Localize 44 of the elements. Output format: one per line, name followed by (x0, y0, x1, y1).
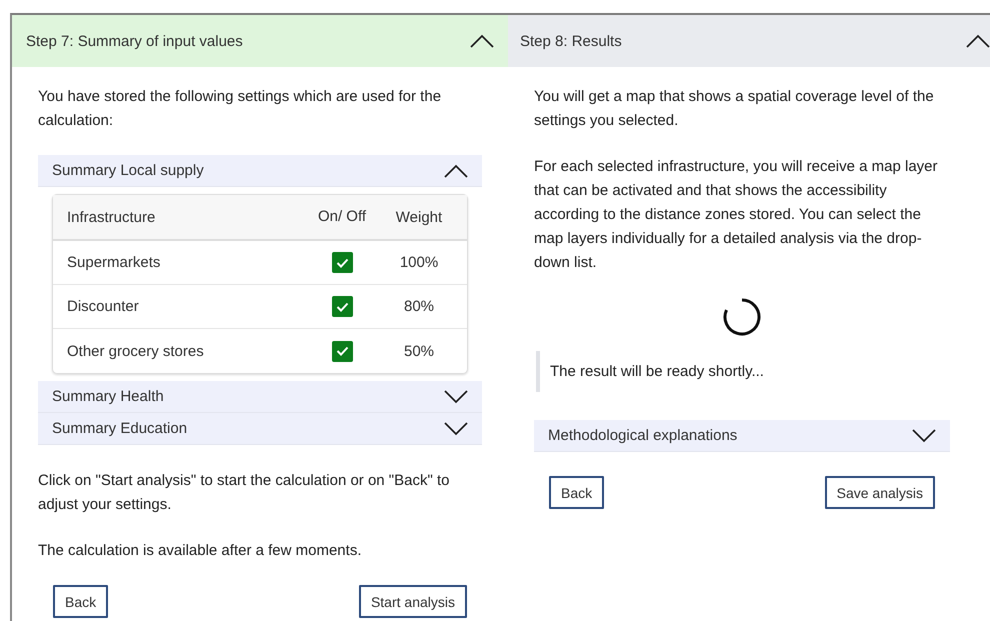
step-title: Step 7: Summary of input values (26, 32, 243, 50)
paragraph: The calculation is available after a few moments. (38, 541, 362, 561)
accordion-header[interactable]: Methodological explanations (534, 420, 950, 452)
paragraph: For each selected infrastructure, you will receive a map layer that can be activated and that shows the accessibility according to the distance zones stored. You can select the map layers individually for a detailed analysis via the drop-down list. (534, 157, 939, 273)
accordion-header[interactable]: Summary Health (38, 381, 482, 413)
checkbox[interactable] (332, 252, 352, 273)
step-title: Step 8: Results (520, 32, 622, 50)
step-header[interactable]: Step 8: Results (508, 15, 990, 67)
chevron-down-icon (912, 428, 936, 442)
chevron-down-icon (444, 390, 468, 404)
table-cell: Discounter (53, 285, 313, 329)
accordion-title: Summary Education (52, 420, 188, 437)
action-button[interactable]: Save analysis (824, 476, 935, 509)
back-button[interactable]: Back (549, 476, 604, 509)
paragraph: You have stored the following settings which are used for the calculation: (38, 87, 442, 131)
column-header: Infrastructure (53, 195, 313, 241)
back-button[interactable]: Back (53, 585, 108, 618)
paragraph: You will get a map that shows a spatial coverage level of the settings you selected. (534, 87, 935, 131)
chevron-down-icon (444, 422, 468, 436)
accordion-title: Summary Health (52, 388, 164, 405)
accordion-header[interactable]: Summary Local supply (38, 155, 482, 187)
table-cell: 80% (371, 285, 467, 329)
chevron-up-icon (966, 34, 990, 48)
loading-spinner-icon (722, 297, 762, 337)
checkbox[interactable] (332, 340, 352, 362)
checkmark-icon (336, 302, 348, 312)
paragraph: Click on "Start analysis" to start the calculation or on "Back" to adjust your settings. (38, 471, 450, 515)
checkmark-icon (336, 346, 348, 356)
table-cell-text: Other grocery stores (66, 342, 205, 362)
checkmark-icon (336, 258, 348, 268)
column-header: Weight (371, 195, 467, 241)
step-header[interactable]: Step 7: Summary of input values (12, 15, 508, 67)
table-cell-text: 50% (402, 342, 436, 362)
accordion-header[interactable]: Summary Education (38, 413, 482, 445)
chevron-up-icon (470, 34, 494, 48)
checkbox[interactable] (332, 296, 352, 317)
accordion-title: Methodological explanations (548, 427, 738, 444)
action-button[interactable]: Start analysis (358, 585, 467, 618)
chevron-up-icon (444, 164, 468, 178)
table-cell: 100% (371, 241, 467, 285)
accordion-title: Summary Local supply (52, 162, 204, 179)
column-header: On/ Off (313, 195, 371, 241)
table-cell: Supermarkets (53, 241, 313, 285)
status-note: The result will be ready shortly... (536, 351, 950, 392)
